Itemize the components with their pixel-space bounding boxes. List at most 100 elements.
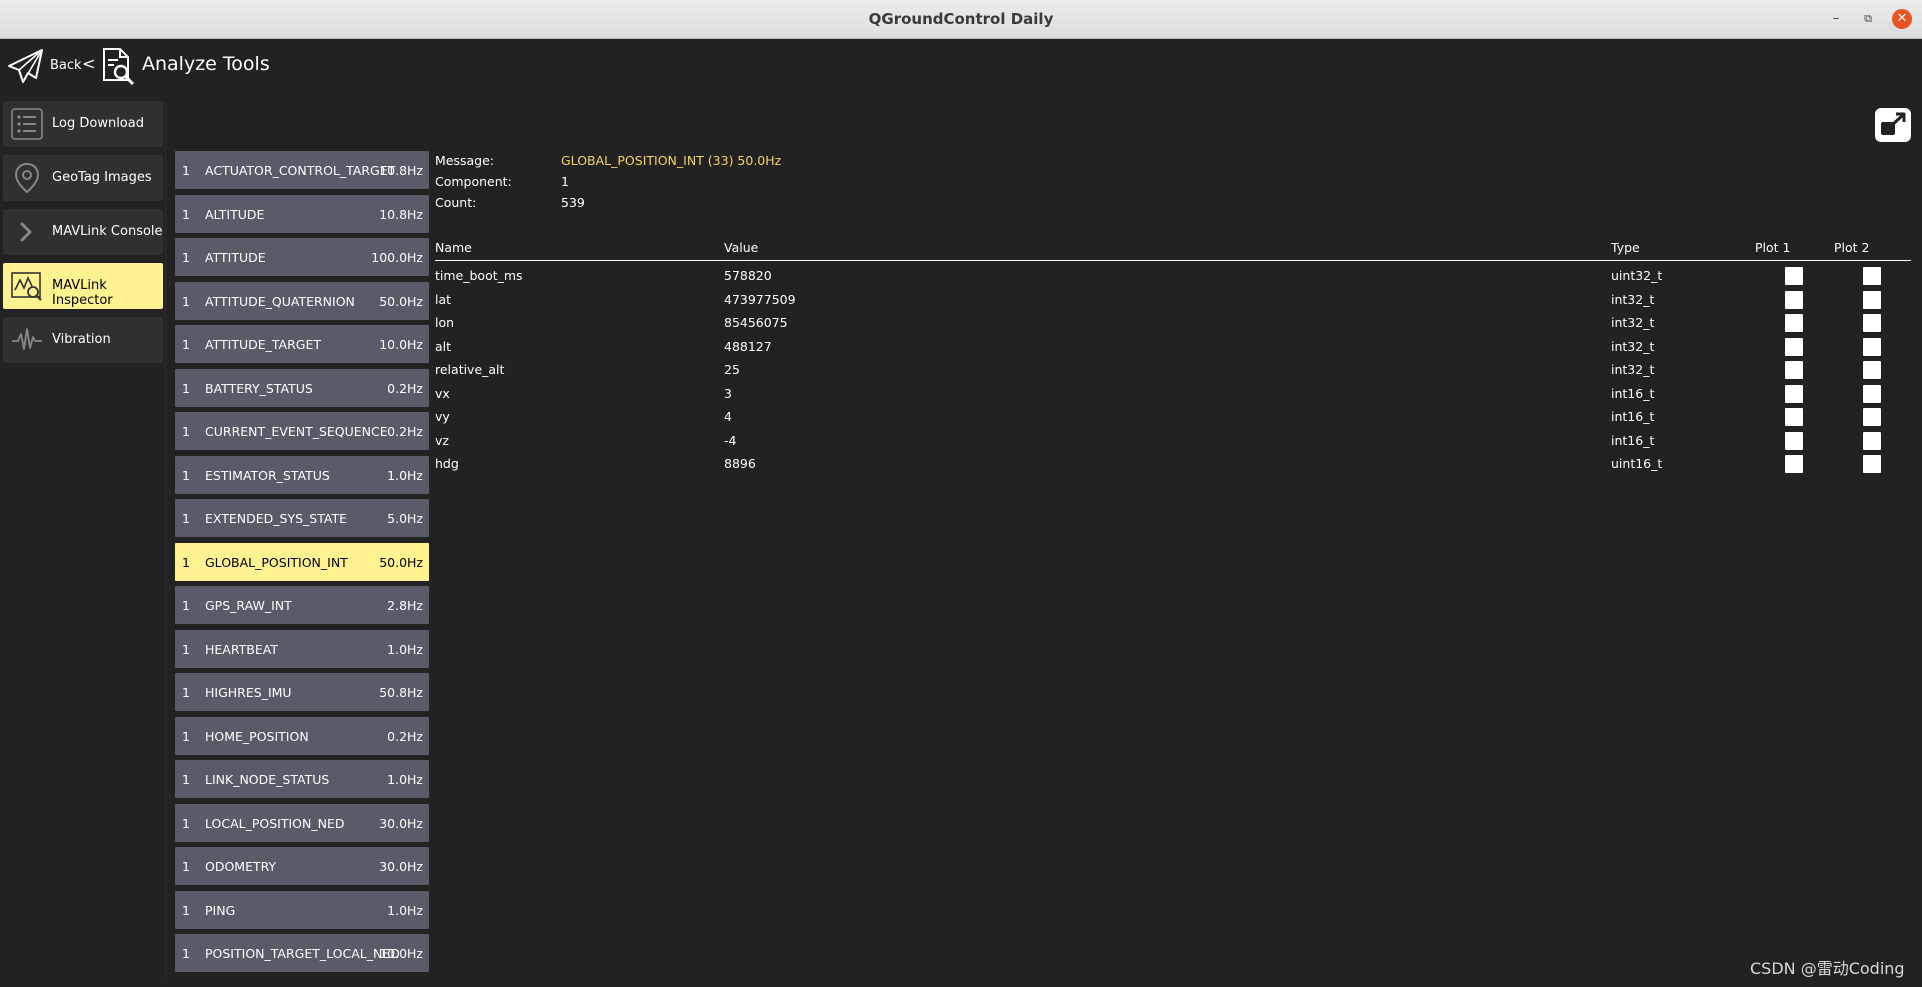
field-type: int32_t (1611, 315, 1655, 330)
plot2-checkbox[interactable] (1863, 361, 1881, 379)
plot2-checkbox[interactable] (1863, 337, 1881, 356)
table-row: lon 85456075 int32_t (435, 311, 1911, 335)
field-value: 4 (724, 409, 732, 424)
list-icon (11, 108, 43, 140)
message-list-item[interactable]: 1 LINK_NODE_STATUS 1.0Hz (175, 760, 429, 798)
message-component: 1 (182, 293, 190, 309)
sidebar-item-geotag-images[interactable]: GeoTag Images (3, 155, 163, 201)
message-list-item[interactable]: 1 EXTENDED_SYS_STATE 5.0Hz (175, 499, 429, 537)
inspector-icon (11, 272, 42, 301)
table-row: lat 473977509 int32_t (435, 288, 1911, 312)
field-type: int16_t (1611, 432, 1655, 448)
plot2-checkbox[interactable] (1863, 267, 1881, 285)
message-name: ATTITUDE (205, 250, 266, 265)
message-component: 1 (182, 946, 190, 961)
field-value: 3 (724, 385, 732, 401)
page-title: Analyze Tools (142, 53, 270, 75)
message-name: LOCAL_POSITION_NED (205, 815, 345, 831)
plot2-checkbox[interactable] (1863, 455, 1881, 473)
sidebar-item-label: Log Download (52, 116, 144, 131)
field-value: 578820 (724, 268, 772, 283)
plot1-checkbox[interactable] (1785, 337, 1803, 356)
message-list-item[interactable]: 1 ALTITUDE 10.8Hz (175, 194, 429, 233)
paper-plane-icon[interactable] (6, 46, 46, 86)
message-component: 1 (182, 337, 190, 352)
map-pin-icon (14, 162, 40, 194)
back-button[interactable]: Back (50, 58, 82, 73)
field-name: lon (435, 315, 455, 330)
field-name: alt (435, 338, 452, 354)
plot1-checkbox[interactable] (1785, 431, 1803, 450)
plot1-checkbox[interactable] (1785, 384, 1803, 403)
plot1-checkbox[interactable] (1785, 408, 1803, 426)
plot2-checkbox[interactable] (1863, 431, 1881, 450)
message-list-item[interactable]: 1 ATTITUDE_TARGET 10.0Hz (175, 325, 429, 363)
column-header-plot2: Plot 2 (1834, 240, 1870, 255)
message-list-item[interactable]: 1 HIGHRES_IMU 50.8Hz (175, 673, 429, 711)
plot2-checkbox[interactable] (1863, 408, 1881, 426)
count-value: 539 (561, 195, 585, 210)
field-value: -4 (724, 432, 737, 448)
message-name: POSITION_TARGET_LOCAL_NED (205, 946, 400, 961)
message-rate: 50.0Hz (379, 293, 423, 309)
message-component: 1 (182, 641, 190, 657)
message-list-item[interactable]: 1 GLOBAL_POSITION_INT 50.0Hz (175, 542, 429, 581)
plot2-checkbox[interactable] (1863, 314, 1881, 332)
message-list-item[interactable]: 1 GPS_RAW_INT 2.8Hz (175, 586, 429, 624)
plot1-checkbox[interactable] (1785, 290, 1803, 309)
field-value: 85456075 (724, 315, 788, 330)
sidebar-item-mavlink-inspector[interactable]: MAVLink Inspector (3, 263, 163, 309)
sidebar-divider (165, 101, 166, 979)
message-name: GLOBAL_POSITION_INT (205, 554, 348, 570)
plot1-checkbox[interactable] (1785, 267, 1803, 285)
message-list-item[interactable]: 1 ODOMETRY 30.0Hz (175, 847, 429, 885)
plot1-checkbox[interactable] (1785, 314, 1803, 332)
column-header-plot1: Plot 1 (1755, 240, 1791, 255)
message-list-item[interactable]: 1 HOME_POSITION 0.2Hz (175, 716, 429, 755)
plot1-checkbox[interactable] (1785, 361, 1803, 379)
message-rate: 30.0Hz (379, 815, 423, 831)
message-name: ACTUATOR_CONTROL_TARGET (205, 163, 396, 178)
message-rate: 1.0Hz (387, 772, 423, 787)
message-component: 1 (182, 772, 190, 787)
message-rate: 0.2Hz (387, 424, 423, 439)
message-component: 1 (182, 380, 190, 396)
field-type: int16_t (1611, 385, 1655, 401)
field-name: vy (435, 409, 450, 424)
message-list-item[interactable]: 1 POSITION_TARGET_LOCAL_NED 10.0Hz (175, 934, 429, 972)
field-table-body: time_boot_ms 578820 uint32_t lat 473977509 in… (435, 261, 1911, 476)
plot1-checkbox[interactable] (1785, 455, 1803, 473)
sidebar-item-vibration[interactable]: Vibration (3, 317, 163, 363)
message-rate: 2.8Hz (387, 598, 423, 613)
field-name: vz (435, 432, 449, 448)
message-list-item[interactable]: 1 CURRENT_EVENT_SEQUENCE 0.2Hz (175, 412, 429, 450)
message-list-item[interactable]: 1 ATTITUDE 100.0Hz (175, 238, 429, 276)
message-list-item[interactable]: 1 BATTERY_STATUS 0.2Hz (175, 368, 429, 407)
table-row: vx 3 int16_t (435, 382, 1911, 406)
sidebar-item-log-download[interactable]: Log Download (3, 101, 163, 147)
message-component: 1 (182, 815, 190, 831)
message-list-item[interactable]: 1 ACTUATOR_CONTROL_TARGET 10.8Hz (175, 151, 429, 189)
message-list-item[interactable]: 1 HEARTBEAT 1.0Hz (175, 629, 429, 668)
maximize-icon[interactable]: ⧉ (1859, 10, 1877, 28)
watermark: CSDN @雷动Coding (1750, 959, 1905, 978)
minimize-icon[interactable]: – (1827, 10, 1845, 28)
popout-window-button[interactable] (1875, 108, 1911, 142)
close-icon[interactable]: ✕ (1892, 9, 1912, 29)
field-type: int32_t (1611, 362, 1655, 377)
message-rate: 50.8Hz (379, 685, 423, 700)
message-list-item[interactable]: 1 ATTITUDE_QUATERNION 50.0Hz (175, 281, 429, 320)
message-rate: 30.0Hz (379, 859, 423, 874)
component-value: 1 (561, 174, 569, 189)
sidebar-item-mavlink-console[interactable]: MAVLink Console (3, 209, 163, 255)
table-row: alt 488127 int32_t (435, 335, 1911, 359)
plot2-checkbox[interactable] (1863, 384, 1881, 403)
message-list-item[interactable]: 1 PING 1.0Hz (175, 890, 429, 929)
plot2-checkbox[interactable] (1863, 290, 1881, 309)
message-list-item[interactable]: 1 ESTIMATOR_STATUS 1.0Hz (175, 455, 429, 494)
table-row: time_boot_ms 578820 uint32_t (435, 264, 1911, 288)
message-list-item[interactable]: 1 LOCAL_POSITION_NED 30.0Hz (175, 803, 429, 842)
column-header-value: Value (724, 240, 759, 255)
field-value: 25 (724, 362, 740, 377)
field-name: hdg (435, 456, 459, 471)
